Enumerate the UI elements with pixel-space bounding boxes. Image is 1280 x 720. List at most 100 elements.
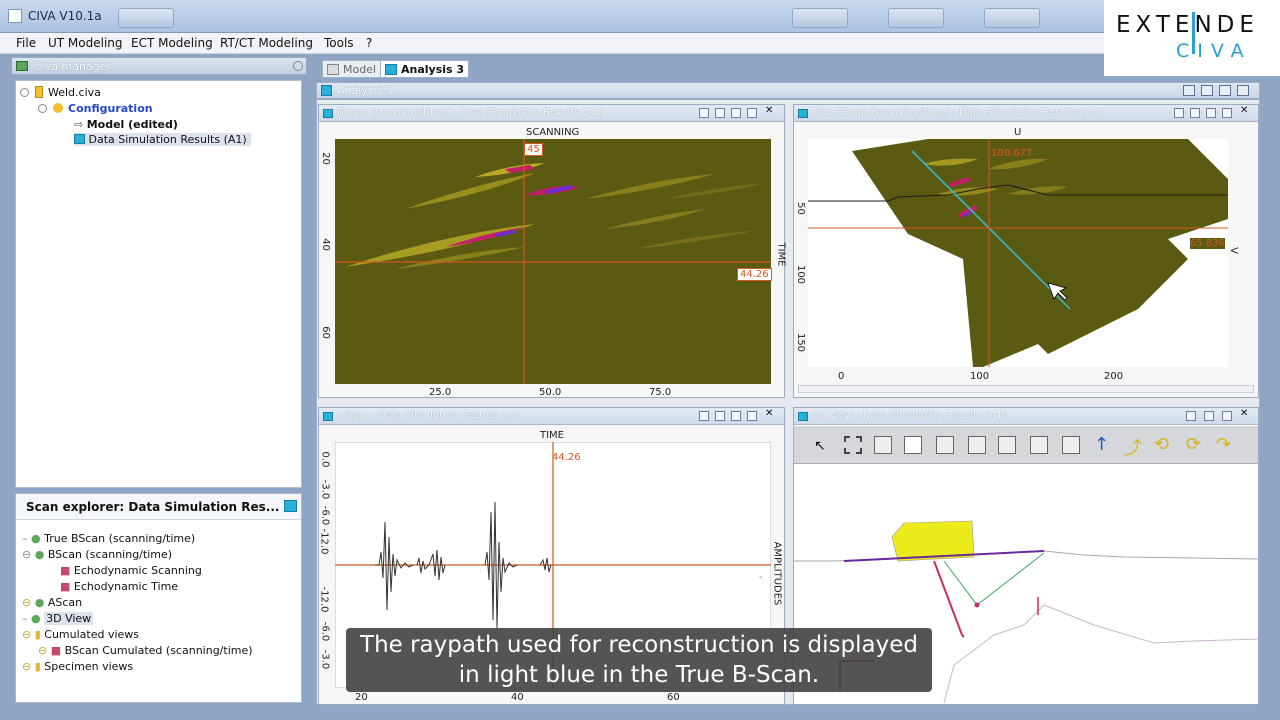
subtitle-line2: in light blue in the True B-Scan. [458,662,820,688]
bscan-plot[interactable] [335,139,771,384]
bscan-top-label: SCANNING [526,127,580,138]
close-icon[interactable]: ✕ [765,105,775,116]
scan-explorer: Scan explorer: Data Simulation Res... – … [15,493,302,703]
scan-label: Echodynamic Scanning [73,564,202,577]
scan-explorer-icon[interactable] [284,500,297,512]
scan-item-cumulated[interactable]: ⊖ ▮ Cumulated views [22,628,139,641]
grid-icon[interactable] [731,108,741,118]
menu-file[interactable]: File [16,36,36,50]
true-bscan-y-tick: 100 [795,264,807,285]
scan-item-bscan[interactable]: ⊖ ● BScan (scanning/time) [22,548,172,561]
ascan-right-label: AMPLITUDES [771,541,783,606]
menu-ut-modeling[interactable]: UT Modeling [48,36,123,50]
bscan-y-tick: 20 [319,152,331,165]
horizontal-scrollbar[interactable] [798,385,1254,393]
scan-label: BScan Cumulated (scanning/time) [64,644,253,657]
true-bscan-x-tick: 200 [1104,371,1124,382]
collapse-icon[interactable] [38,104,47,113]
taskbar-button[interactable] [118,8,174,28]
settings-icon[interactable] [1190,108,1200,118]
scan-label: 3D View [44,612,94,625]
rotate-left-icon[interactable]: ⟲ [1154,434,1169,455]
scan-item-specimen[interactable]: ⊖ ▮ Specimen views [22,660,133,673]
menu-rtct-modeling[interactable]: RT/CT Modeling [220,36,313,50]
ascan-top-label: TIME [540,430,565,441]
arrow-right-icon: ⇨ [74,118,84,131]
civa-manager-title: Civa manager [34,60,111,73]
layout-icon[interactable] [1237,85,1249,96]
settings-icon[interactable] [1204,411,1214,421]
cube-front-icon[interactable] [904,436,922,454]
settings-icon[interactable] [715,411,725,421]
tree-item-configuration[interactable]: Configuration [38,102,153,115]
scan-item-echo-time[interactable]: ■ Echodynamic Time [60,580,178,593]
true-bscan-cursor-y-label: 65.836 [1190,238,1225,249]
bscan-cursor-x-label: 45 [524,143,543,156]
cube-iso-icon[interactable] [1062,436,1080,454]
ascan-y-tick: 0.0 [319,451,331,468]
cube-bottom-icon[interactable] [1030,436,1048,454]
3d-view-title: 3D View : Data Simulation Results (A1) [812,410,1007,421]
cube-back-icon[interactable] [998,436,1016,454]
pin-icon[interactable] [293,61,303,71]
bscan-header: BScan (scanning/time) : Data Simulation … [319,105,784,122]
scan-label: AScan [47,596,83,609]
document-icon[interactable] [1186,411,1196,421]
3d-view-header: 3D View : Data Simulation Results (A1) ✕ [794,408,1258,425]
scan-item-echo-scanning[interactable]: ■ Echodynamic Scanning [60,564,202,577]
save-icon[interactable] [1183,85,1195,96]
ascan-cursor-x-label: 44.26 [552,452,581,463]
tree-item-model[interactable]: ⇨ Model (edited) [74,118,178,131]
true-bscan-cursor-x-label: 108.677 [991,148,1033,159]
tree-label-model: Model (edited) [86,118,178,131]
grid-icon[interactable] [731,411,741,421]
scan-item-bscan-cumulated[interactable]: ⊖ ■ BScan Cumulated (scanning/time) [38,644,253,657]
rotate-icon[interactable]: ⤴ [1124,434,1142,460]
minimize-button[interactable] [792,8,848,28]
close-button[interactable] [984,8,1040,28]
restore-icon[interactable] [1219,85,1231,96]
video-subtitle: The raypath used for reconstruction is d… [346,628,932,692]
tree-item-results[interactable]: Data Simulation Results (A1) [74,133,251,146]
close-icon[interactable]: ✕ [1240,105,1250,116]
menu-ect-modeling[interactable]: ECT Modeling [131,36,213,50]
menu-bar: File UT Modeling ECT Modeling RT/CT Mode… [0,33,1104,54]
true-bscan-header: True BScan (scanning/time) : Data Simula… [794,105,1258,122]
ray-path-3d [943,552,1045,606]
scan-item-3d-view[interactable]: – ● 3D View [22,612,94,625]
maximize-button[interactable] [888,8,944,28]
panel-icon [323,412,333,421]
cube-side-icon[interactable] [968,436,986,454]
scan-item-true-bscan[interactable]: – ● True BScan (scanning/time) [22,532,195,545]
export-icon[interactable] [1201,85,1213,96]
true-bscan-plot[interactable] [808,139,1228,367]
tab-model[interactable]: Model [322,60,382,78]
cube-view-icon[interactable] [874,436,892,454]
file-icon [34,86,43,98]
rotate-right-icon[interactable]: ⟳ [1186,434,1201,455]
tab-analysis-3[interactable]: Analysis 3 [380,60,470,78]
bscan-y-tick: 40 [319,238,331,251]
collapse-icon[interactable] [20,88,29,97]
float-icon[interactable] [747,108,757,118]
document-icon[interactable] [699,108,709,118]
fit-view-icon[interactable] [844,436,862,454]
tree-item-weld[interactable]: Weld.civa [20,86,101,99]
settings-icon[interactable] [715,108,725,118]
close-icon[interactable]: ✕ [765,408,775,419]
cube-top-icon[interactable] [936,436,954,454]
float-icon[interactable] [1222,108,1232,118]
float-icon[interactable] [747,411,757,421]
close-icon[interactable]: ✕ [1240,408,1250,419]
menu-help[interactable]: ? [366,36,372,50]
float-icon[interactable] [1222,411,1232,421]
document-icon[interactable] [1174,108,1184,118]
arrow-up-icon[interactable]: ↑ [1094,434,1109,455]
ascan-y-tick: -6.0 [319,505,331,526]
menu-tools[interactable]: Tools [324,36,354,50]
scan-item-ascan[interactable]: ⊖ ● AScan [22,596,82,609]
grid-icon[interactable] [1206,108,1216,118]
pointer-icon[interactable]: ↖ [814,438,826,454]
redo-icon[interactable]: ↷ [1216,434,1231,455]
document-icon[interactable] [699,411,709,421]
